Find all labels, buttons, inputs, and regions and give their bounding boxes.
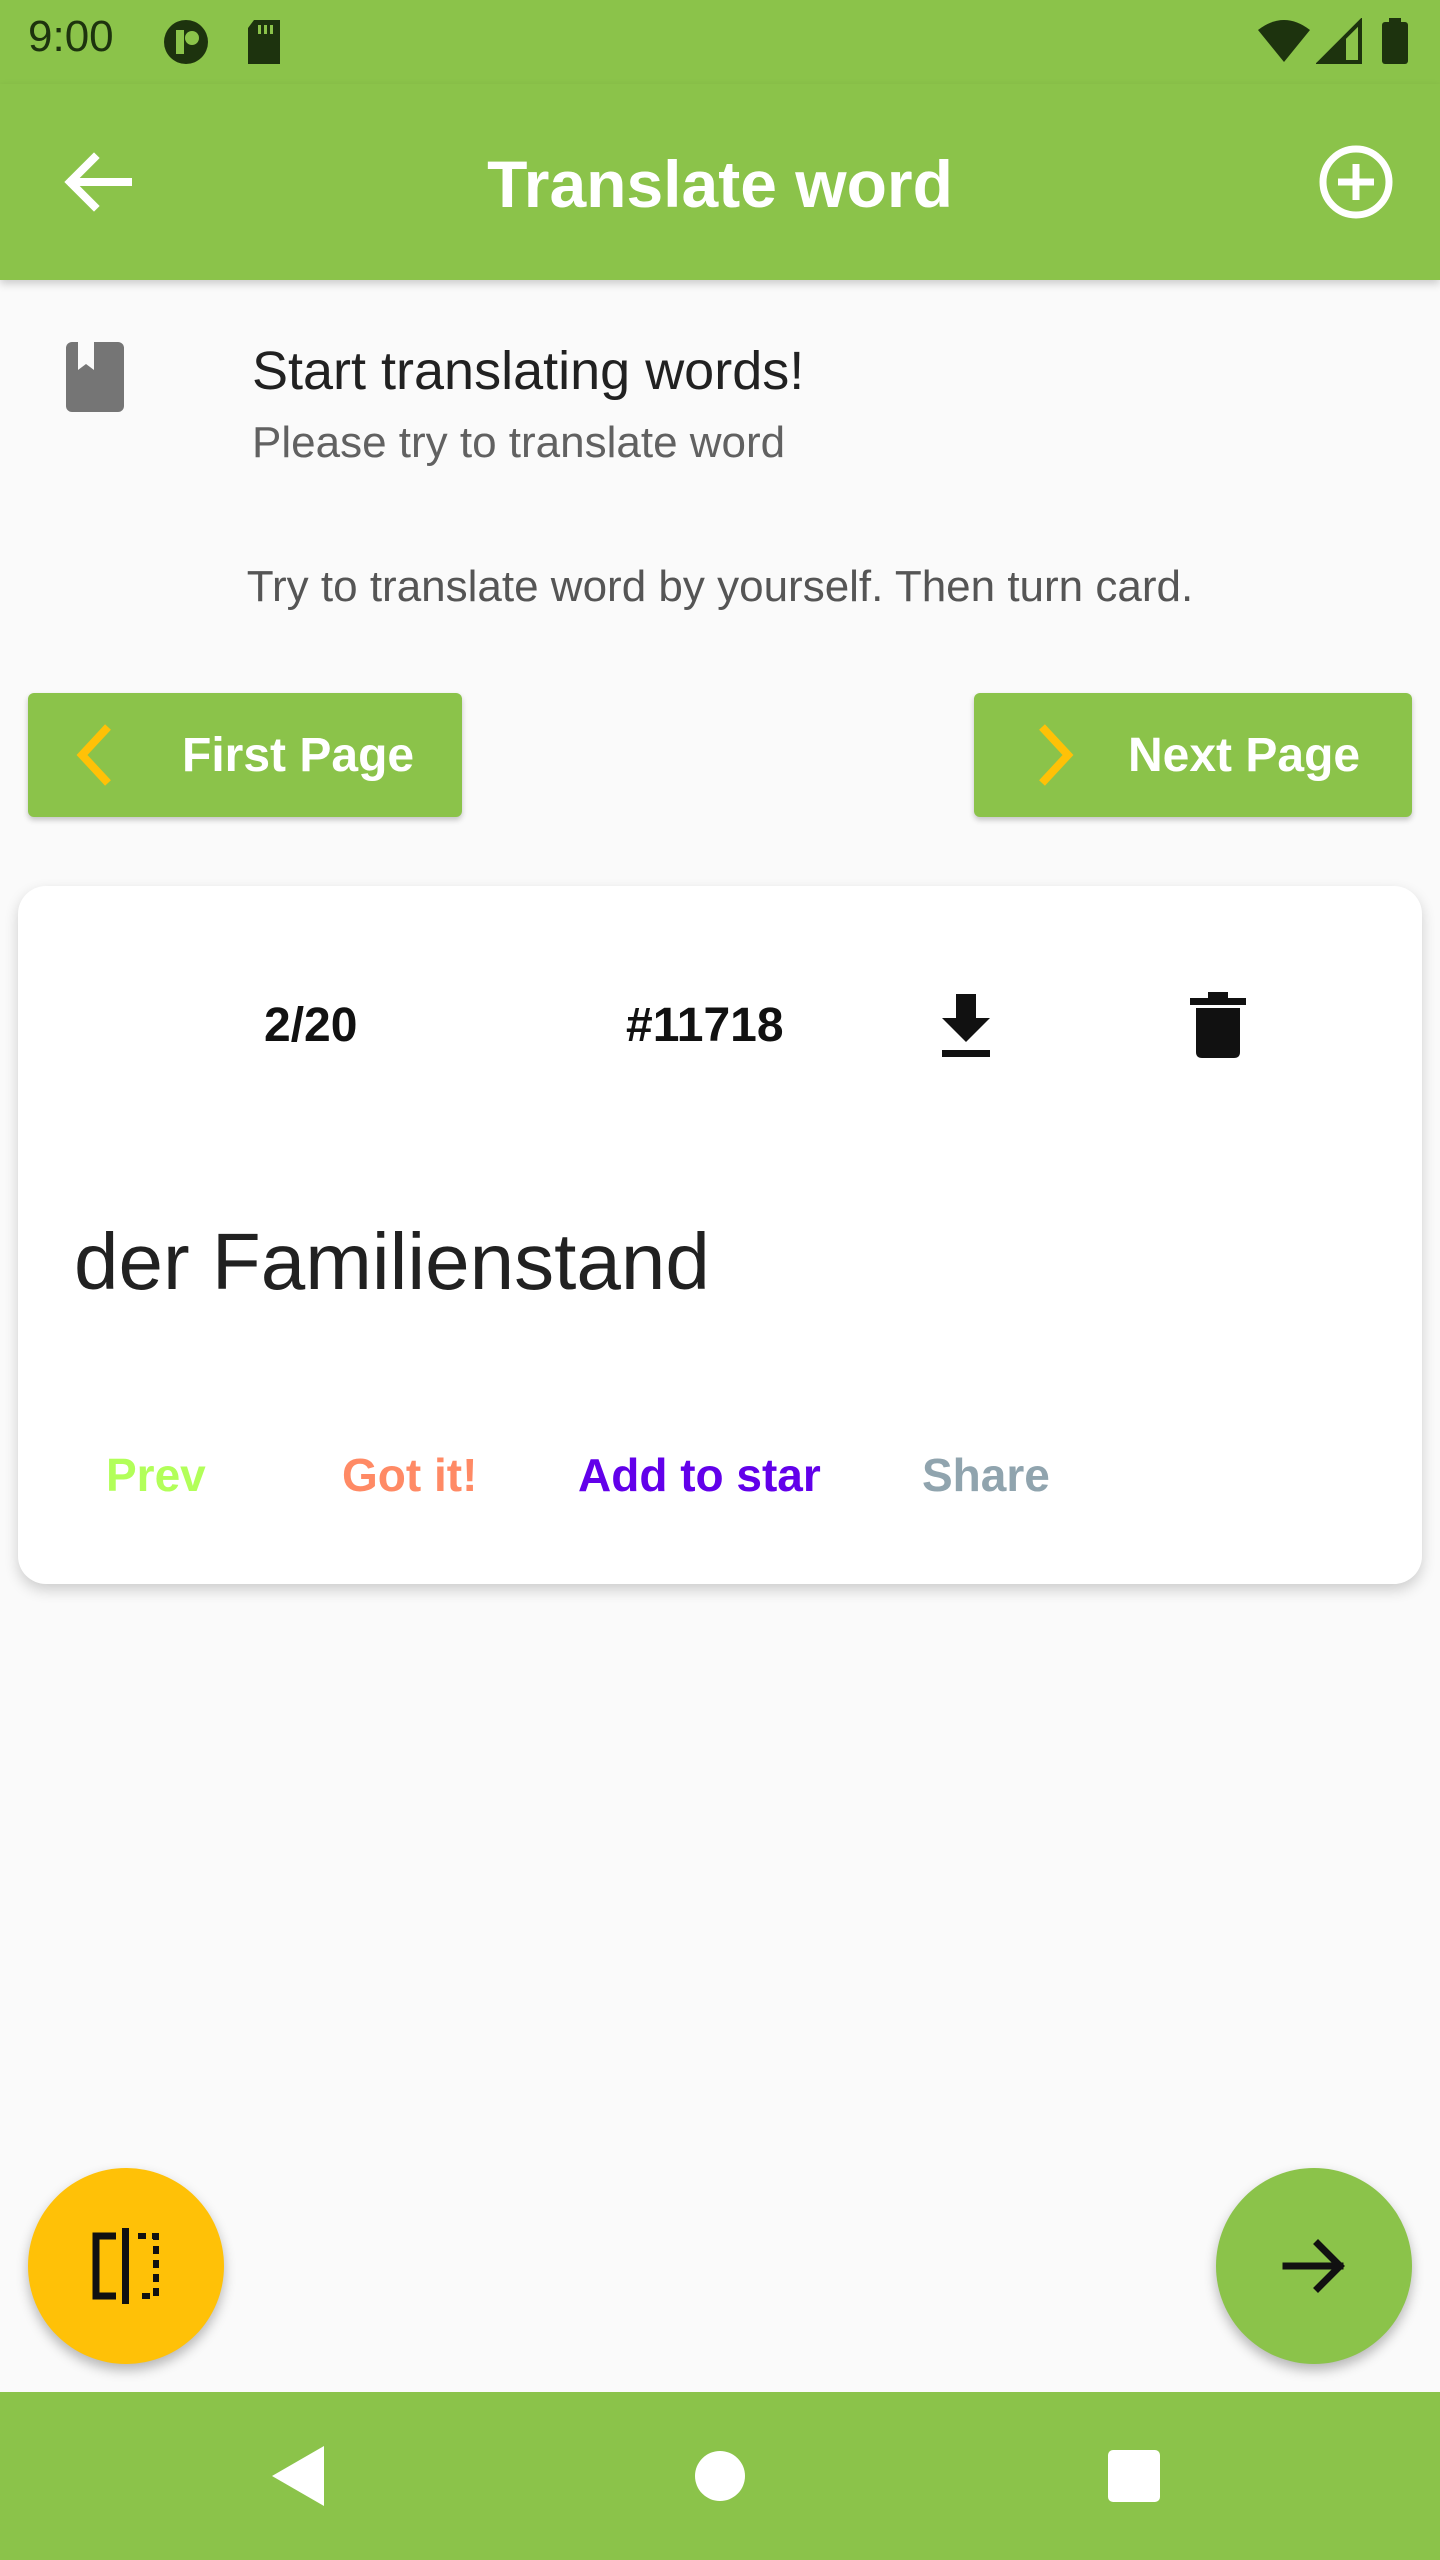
- next-page-label: Next Page: [1128, 729, 1361, 782]
- prev-button[interactable]: Prev: [106, 1448, 206, 1502]
- status-bar: 9:00: [0, 0, 1440, 84]
- cell-signal-icon: [1315, 17, 1364, 66]
- system-nav-bar: [0, 2392, 1440, 2560]
- card-id: #11718: [626, 999, 784, 1052]
- battery-icon: [1380, 18, 1410, 66]
- word-card[interactable]: 2/20 #11718 der Familienstand Prev Got i…: [18, 886, 1422, 1584]
- wifi-icon: [1256, 18, 1312, 66]
- download-icon[interactable]: [934, 990, 998, 1060]
- first-page-label: First Page: [182, 729, 415, 782]
- status-time: 9:00: [28, 12, 114, 61]
- flip-card-button[interactable]: [28, 2168, 224, 2364]
- chevron-right-icon: [1026, 721, 1082, 789]
- intro-subtitle: Please try to translate word: [252, 418, 786, 467]
- next-word-button[interactable]: [1216, 2168, 1412, 2364]
- nav-back-icon[interactable]: [258, 2434, 342, 2518]
- chevron-left-icon: [68, 721, 124, 789]
- sd-card-icon: [244, 18, 292, 66]
- app-bar: Translate word: [0, 84, 1440, 280]
- card-word: der Familienstand: [74, 1217, 710, 1306]
- first-page-button[interactable]: First Page: [28, 693, 462, 817]
- nav-home-icon[interactable]: [678, 2434, 762, 2518]
- got-it-button[interactable]: Got it!: [342, 1448, 477, 1502]
- brand-circle-icon: [162, 18, 210, 66]
- share-button[interactable]: Share: [922, 1448, 1050, 1502]
- next-page-button[interactable]: Next Page: [974, 693, 1412, 817]
- add-to-star-button[interactable]: Add to star: [578, 1448, 821, 1502]
- bookmark-book-icon: [64, 340, 132, 420]
- intro-title: Start translating words!: [252, 341, 805, 401]
- add-circle-icon[interactable]: [1316, 142, 1396, 222]
- nav-recents-icon[interactable]: [1092, 2434, 1176, 2518]
- hint-text: Try to translate word by yourself. Then …: [246, 562, 1194, 611]
- page-title: Translate word: [487, 147, 953, 221]
- delete-icon[interactable]: [1186, 990, 1250, 1060]
- card-counter: 2/20: [264, 999, 358, 1052]
